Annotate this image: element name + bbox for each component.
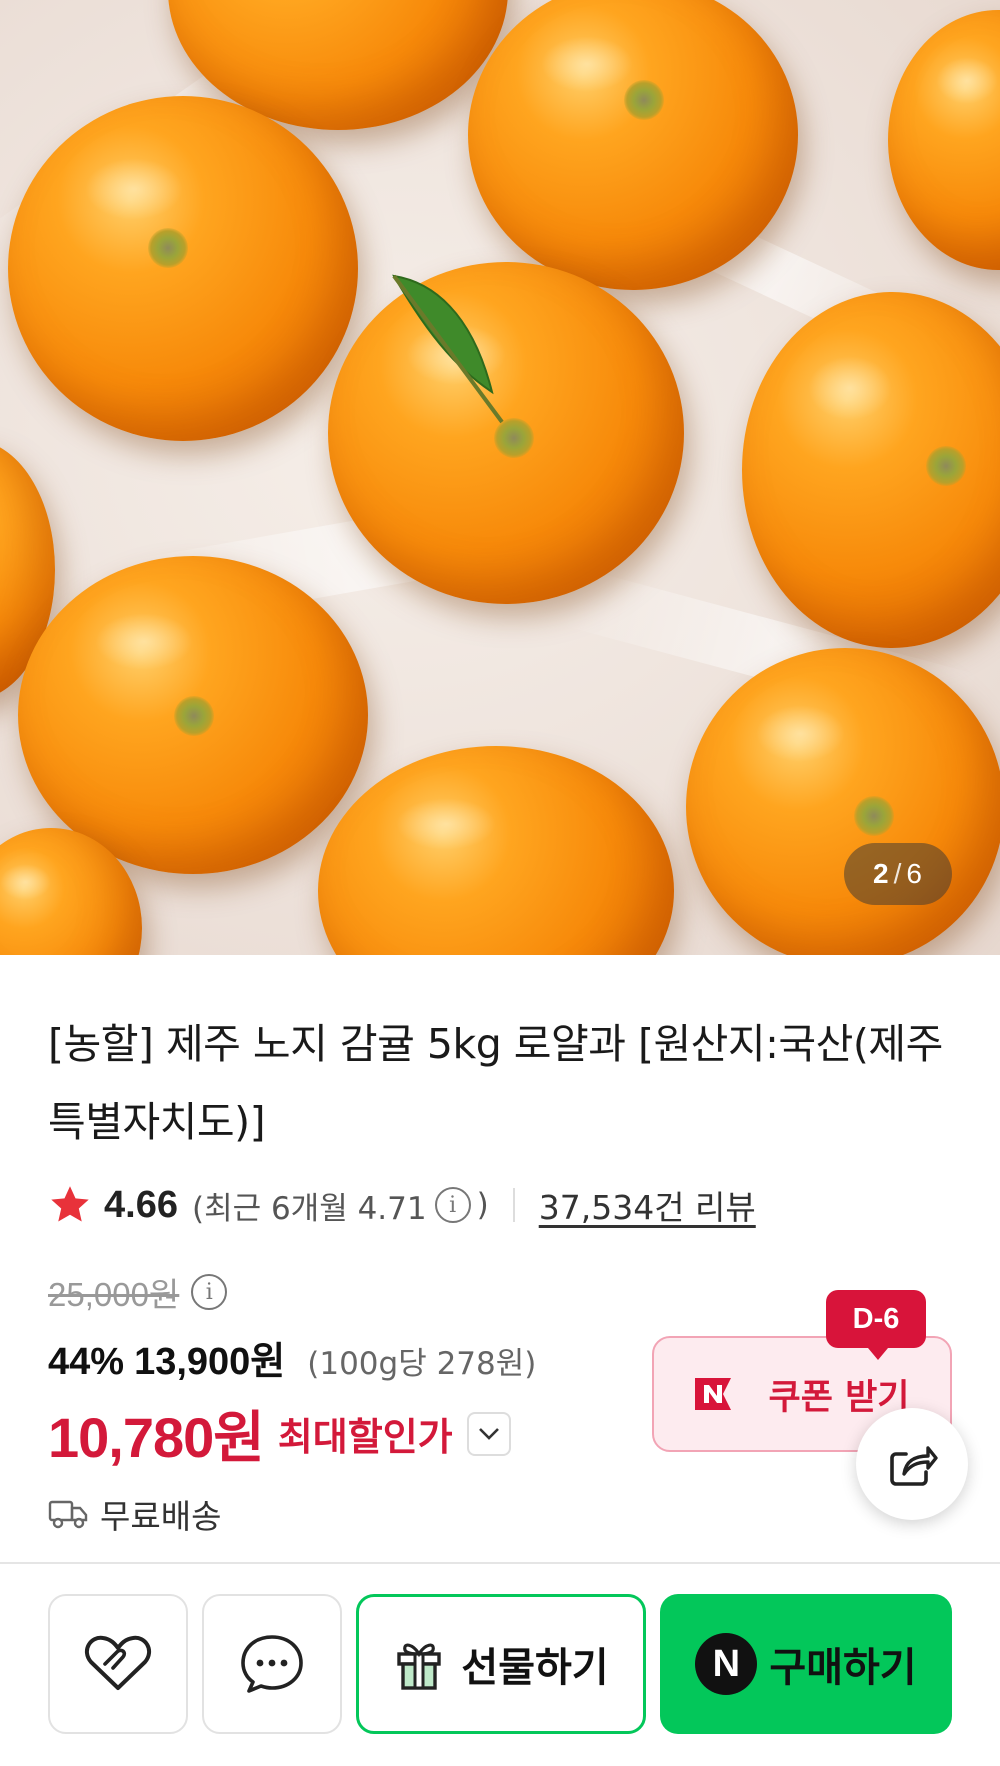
orange-stem — [854, 796, 894, 836]
buy-label: 구매하기 — [769, 1645, 917, 1691]
info-icon[interactable]: i — [434, 1187, 471, 1223]
dday-badge: D-6 — [826, 1290, 926, 1360]
sale-price-row: 44% 13,900원 (100g당 278원) — [48, 1330, 536, 1385]
page-separator: / — [893, 858, 903, 889]
info-icon[interactable]: i — [191, 1274, 228, 1310]
orange — [686, 648, 1000, 955]
divider — [512, 1188, 515, 1222]
naver-n-icon — [694, 1378, 731, 1410]
max-discount-label: 최대할인가 — [277, 1415, 453, 1459]
truck-icon — [48, 1500, 88, 1529]
page-total: 6 — [906, 858, 923, 889]
page-current: 2 — [873, 858, 890, 889]
naver-pay-icon: N — [695, 1633, 758, 1695]
unit-price: (100g당 278원) — [307, 1346, 537, 1382]
orange — [8, 96, 358, 441]
gift-icon — [397, 1643, 442, 1690]
discount-percent: 44% — [48, 1341, 125, 1383]
orange — [888, 10, 1000, 270]
original-price-row: 25,000원 i — [48, 1268, 233, 1316]
bottom-action-bar: 선물하기 N 구매하기 — [0, 1594, 1000, 1734]
rating-row: 4.66 (최근 6개월 4.71 i ) 37,534건 리뷰 — [48, 1178, 756, 1232]
sale-price: 13,900원 — [134, 1341, 286, 1383]
max-discount-price: 10,780원 — [48, 1406, 265, 1469]
shipping-info: 무료배송 — [48, 1490, 221, 1538]
share-icon — [890, 1446, 938, 1486]
image-page-counter: 2 / 6 — [844, 843, 952, 905]
orange-stem — [624, 80, 664, 120]
rating-value: 4.66 — [104, 1183, 178, 1226]
heart-icon — [84, 1635, 152, 1690]
recent-rating: (최근 6개월 4.71 i ) — [192, 1183, 489, 1228]
gift-label: 선물하기 — [461, 1645, 609, 1691]
orange — [318, 746, 674, 955]
recent-rating-label: (최근 6개월 4.71 — [191, 1190, 427, 1227]
chat-button[interactable] — [202, 1594, 342, 1734]
recent-rating-close: ) — [476, 1187, 489, 1223]
star-icon — [51, 1186, 89, 1222]
bottom-divider — [0, 1562, 1000, 1564]
orange-stem — [174, 696, 214, 736]
original-price: 25,000원 — [48, 1276, 180, 1313]
buy-button[interactable]: N 구매하기 — [660, 1594, 952, 1734]
product-title: [농할] 제주 노지 감귤 5kg 로얄과 [원산지:국산(제주특별자치도)] — [48, 1020, 943, 1146]
share-button[interactable] — [856, 1408, 968, 1520]
shipping-label: 무료배송 — [100, 1497, 222, 1536]
leaf-icon — [392, 274, 504, 424]
review-count-link[interactable]: 37,534건 리뷰 — [539, 1181, 756, 1229]
gift-button[interactable]: 선물하기 — [356, 1594, 646, 1734]
orange-stem — [148, 228, 188, 268]
wishlist-button[interactable] — [48, 1594, 188, 1734]
product-image-carousel[interactable]: 2 / 6 — [0, 0, 1000, 955]
orange-stem — [926, 446, 966, 486]
chevron-down-icon[interactable] — [466, 1411, 511, 1456]
max-discount-row: 10,780원 최대할인가 — [48, 1393, 511, 1474]
chat-icon — [241, 1635, 303, 1693]
